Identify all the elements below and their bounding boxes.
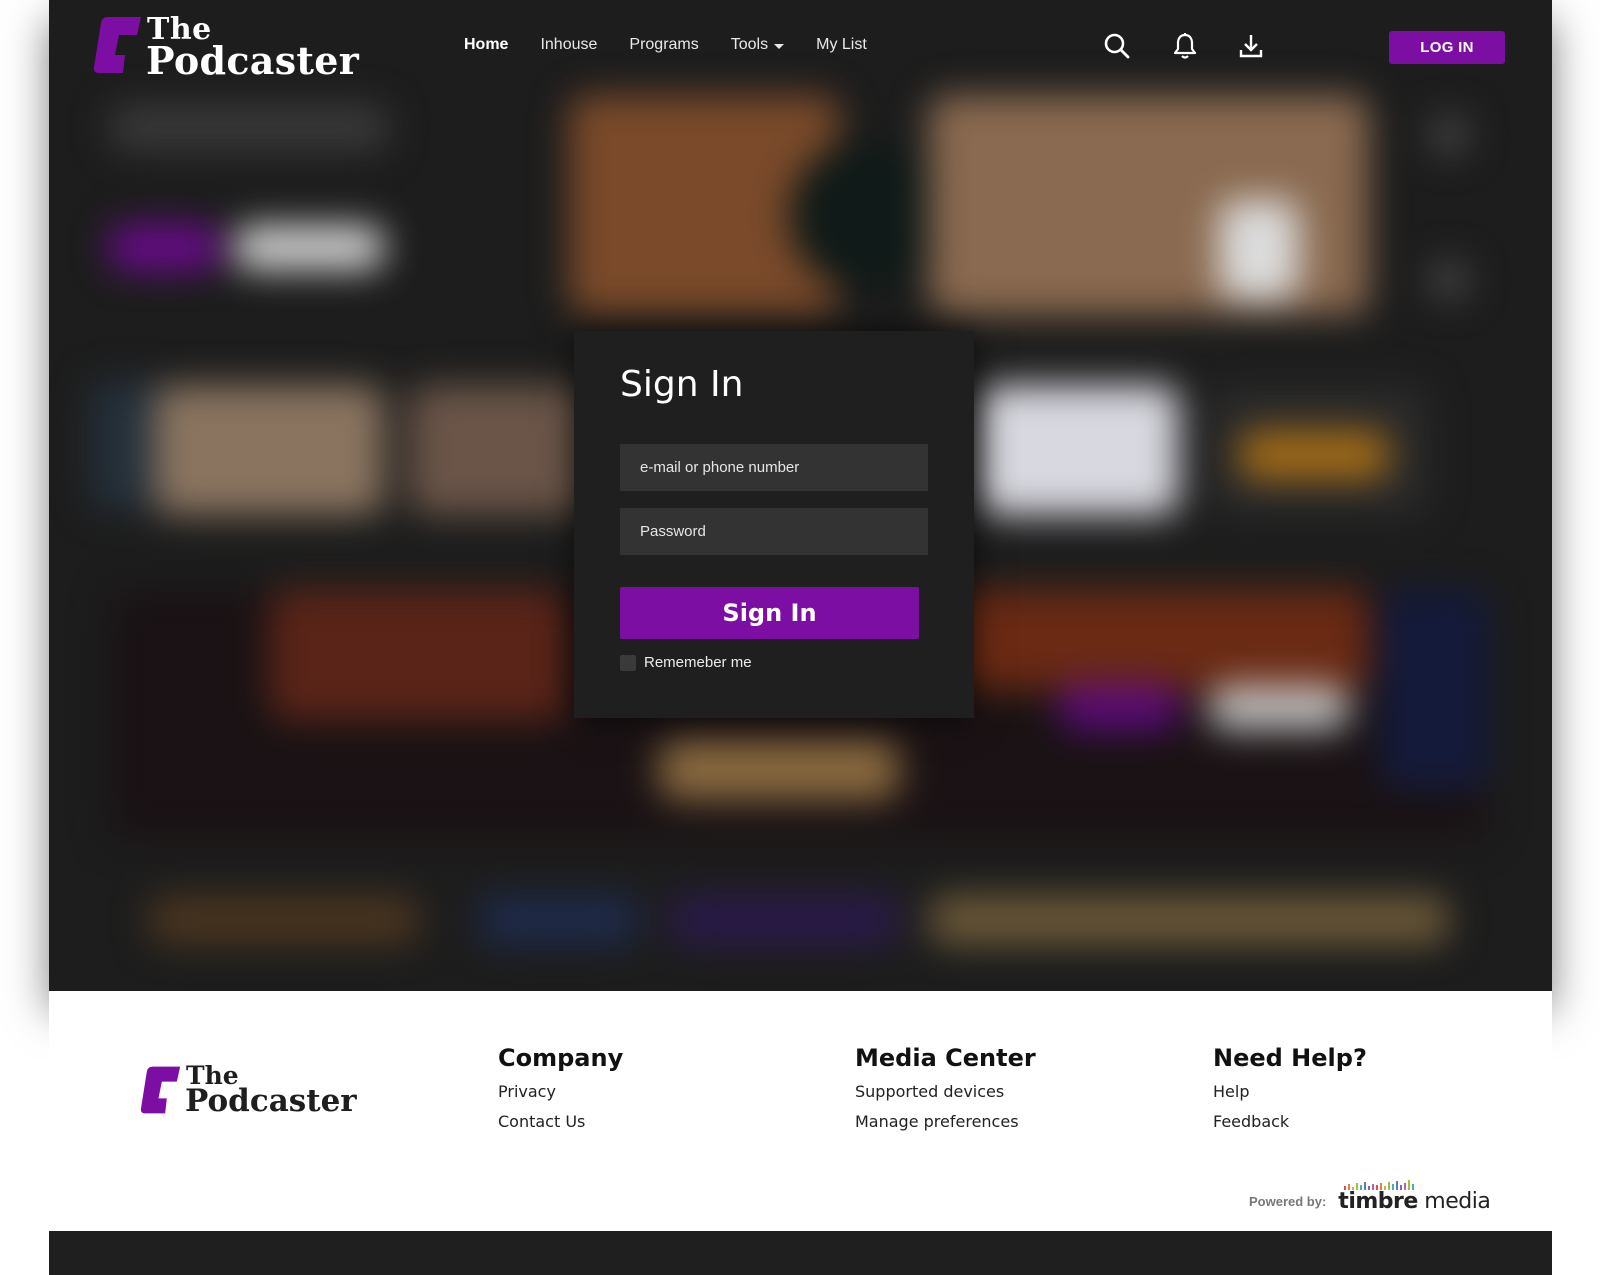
footer-link-manage-preferences[interactable]: Manage preferences (855, 1112, 1036, 1131)
nav-item-tools[interactable]: Tools (730, 36, 785, 54)
logo-mark-icon (93, 17, 141, 73)
nav-item-tools-label: Tools (730, 36, 769, 53)
page-shell: The Podcaster Home Inhouse Programs Tool… (49, 0, 1552, 1275)
footer-brand-line-2: Podcaster (185, 1083, 357, 1119)
remember-me-label: Rememeber me (644, 654, 752, 671)
logo-mark-icon (140, 1066, 181, 1114)
sign-in-panel: Sign In Sign In Rememeber me (574, 331, 974, 718)
top-navigation: The Podcaster Home Inhouse Programs Tool… (49, 0, 1552, 95)
search-icon[interactable] (1101, 30, 1133, 62)
remember-me-checkbox[interactable] (620, 654, 636, 671)
login-button[interactable]: LOG IN (1389, 31, 1505, 64)
powered-by-label: Powered by: (1249, 1194, 1327, 1209)
equalizer-icon (1344, 1180, 1415, 1190)
main-menu: Home Inhouse Programs Tools My List (464, 36, 867, 54)
powered-by: Powered by: timbre media (1249, 1180, 1491, 1214)
nav-item-inhouse[interactable]: Inhouse (540, 36, 597, 54)
bottom-bar (49, 1231, 1552, 1275)
timbre-media-brand-light: media (1417, 1189, 1491, 1214)
footer-column-need-help: Need Help? Help Feedback (1213, 1044, 1367, 1142)
footer-link-privacy[interactable]: Privacy (498, 1082, 623, 1101)
footer-column-company: Company Privacy Contact Us (498, 1044, 623, 1142)
footer-heading: Company (498, 1044, 624, 1072)
password-input[interactable] (620, 508, 928, 555)
brand-logo[interactable]: The Podcaster (93, 12, 359, 83)
footer-heading: Need Help? (1213, 1044, 1367, 1072)
bell-icon[interactable] (1169, 30, 1201, 62)
nav-item-home[interactable]: Home (464, 36, 508, 54)
footer-link-supported-devices[interactable]: Supported devices (855, 1082, 1036, 1101)
footer-heading: Media Center (855, 1044, 1036, 1072)
footer-link-contact-us[interactable]: Contact Us (498, 1112, 623, 1131)
hero-background: The Podcaster Home Inhouse Programs Tool… (49, 0, 1552, 991)
email-input[interactable] (620, 444, 928, 491)
sign-in-button[interactable]: Sign In (620, 587, 919, 639)
chevron-down-icon (774, 43, 785, 49)
timbre-media-brand-bold: timbre (1338, 1189, 1418, 1214)
nav-item-my-list[interactable]: My List (816, 36, 867, 54)
footer-logo[interactable]: The Podcaster (140, 1061, 370, 1123)
download-icon[interactable] (1235, 30, 1267, 62)
footer: The Podcaster Company Privacy Contact Us… (49, 991, 1552, 1231)
footer-column-media-center: Media Center Supported devices Manage pr… (855, 1044, 1036, 1142)
sign-in-title: Sign In (620, 364, 744, 405)
brand-line-2: Podcaster (146, 38, 360, 83)
remember-me[interactable]: Rememeber me (620, 654, 752, 671)
footer-link-feedback[interactable]: Feedback (1213, 1112, 1367, 1131)
nav-item-programs[interactable]: Programs (629, 36, 698, 54)
footer-link-help[interactable]: Help (1213, 1082, 1367, 1101)
timbre-media-logo[interactable]: timbre media (1338, 1180, 1491, 1214)
